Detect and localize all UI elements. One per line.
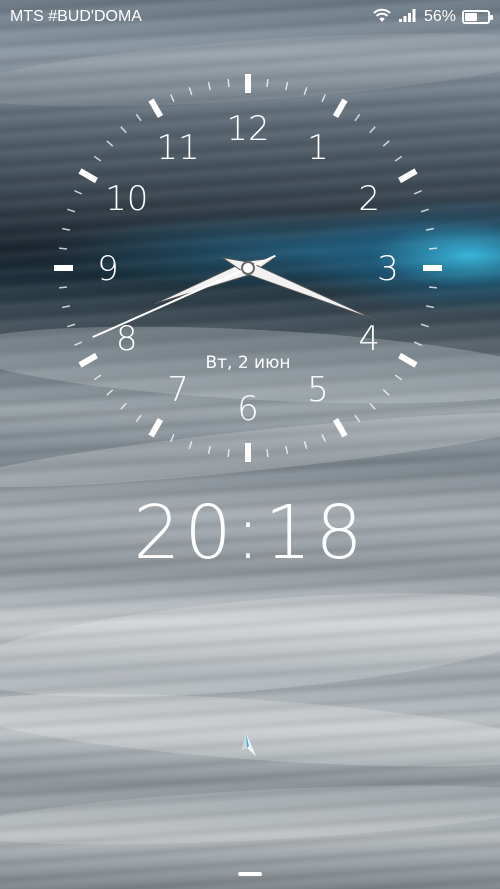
- unlock-arrow-icon[interactable]: [240, 732, 260, 758]
- clock-numeral: 12: [226, 109, 269, 149]
- clock-minute-tick: [207, 81, 211, 91]
- clock-minute-tick: [93, 374, 102, 381]
- signal-bars-icon: [398, 7, 418, 28]
- clock-minute-tick: [106, 389, 114, 396]
- clock-minute-tick: [135, 414, 142, 423]
- clock-minute-tick: [58, 247, 68, 250]
- wallpaper-streak: [0, 679, 500, 781]
- clock-minute-tick: [58, 286, 68, 289]
- clock-hour-marker: [148, 98, 164, 118]
- clock-minute-tick: [188, 87, 193, 96]
- clock-hour-marker: [78, 352, 98, 368]
- clock-numeral: 6: [237, 389, 259, 429]
- clock-numeral: 1: [307, 128, 329, 168]
- clock-numeral: 5: [307, 370, 329, 410]
- clock-minute-tick: [67, 323, 76, 328]
- clock-minute-tick: [285, 81, 289, 91]
- clock-minute-tick: [120, 402, 127, 410]
- clock-center-hub: [241, 261, 255, 275]
- clock-hour-marker: [332, 98, 348, 118]
- wallpaper-streak: [0, 774, 500, 856]
- clock-numeral: 9: [97, 249, 119, 289]
- clock-minute-tick: [67, 208, 76, 213]
- clock-minute-tick: [227, 78, 230, 88]
- clock-hour-marker: [398, 352, 418, 368]
- clock-hour-marker: [398, 168, 418, 184]
- clock-minute-tick: [207, 445, 211, 455]
- wifi-icon: [372, 7, 392, 28]
- clock-minute-tick: [354, 414, 361, 423]
- analog-clock[interactable]: 12 1 2 3 4 5 6 7 8 9 10 11 Вт, 2 июн: [52, 72, 444, 464]
- clock-minute-tick: [188, 440, 193, 449]
- clock-minute-tick: [120, 126, 127, 134]
- clock-numeral: 2: [358, 179, 380, 219]
- clock-minute-tick: [135, 113, 142, 122]
- home-indicator[interactable]: [238, 872, 262, 876]
- clock-minute-tick: [303, 440, 308, 449]
- clock-minute-tick: [321, 433, 326, 442]
- clock-minute-tick: [170, 433, 175, 442]
- clock-minute-tick: [354, 113, 361, 122]
- clock-minute-tick: [413, 190, 422, 195]
- clock-minute-tick: [420, 323, 429, 328]
- clock-numeral: 10: [105, 179, 148, 219]
- clock-minute-tick: [425, 227, 435, 231]
- clock-minute-tick: [369, 402, 376, 410]
- clock-minute-tick: [303, 87, 308, 96]
- clock-minute-tick: [227, 448, 230, 458]
- digital-time: 20:18: [133, 490, 367, 576]
- battery-percent: 56%: [423, 8, 456, 25]
- clock-minute-tick: [74, 190, 83, 195]
- status-bar: MTS #BUD'DOMA 56%: [0, 0, 500, 34]
- clock-numeral: 3: [377, 249, 399, 289]
- clock-minute-tick: [266, 448, 269, 458]
- clock-minute-tick: [285, 445, 289, 455]
- clock-minute-tick: [170, 94, 175, 103]
- clock-minute-tick: [394, 155, 403, 162]
- clock-minute-tick: [425, 305, 435, 309]
- carrier-name: MTS #BUD'DOMA: [10, 8, 142, 25]
- clock-minute-tick: [413, 341, 422, 346]
- clock-minute-tick: [382, 389, 390, 396]
- clock-date: Вт, 2 июн: [205, 353, 290, 373]
- clock-hour-marker: [78, 168, 98, 184]
- clock-numeral: 11: [156, 128, 199, 168]
- clock-numeral: 7: [167, 370, 189, 410]
- clock-hour-marker: [332, 418, 348, 438]
- clock-minute-tick: [382, 140, 390, 147]
- clock-minute-tick: [61, 227, 71, 231]
- clock-minute-tick: [428, 286, 438, 289]
- clock-minute-tick: [61, 305, 71, 309]
- status-icons: 56%: [372, 7, 493, 28]
- clock-minute-tick: [266, 78, 269, 88]
- battery-level: [465, 13, 478, 21]
- wallpaper-streak: [0, 574, 500, 716]
- clock-minute-tick: [321, 94, 326, 103]
- clock-minute-tick: [93, 155, 102, 162]
- clock-minute-tick: [420, 208, 429, 213]
- clock-minute-tick: [428, 247, 438, 250]
- clock-numeral: 4: [358, 319, 380, 359]
- clock-minute-tick: [106, 140, 114, 147]
- battery-icon: [462, 10, 493, 24]
- clock-minute-tick: [394, 374, 403, 381]
- clock-minute-tick: [74, 341, 83, 346]
- clock-hour-marker: [148, 418, 164, 438]
- clock-minute-tick: [369, 126, 376, 134]
